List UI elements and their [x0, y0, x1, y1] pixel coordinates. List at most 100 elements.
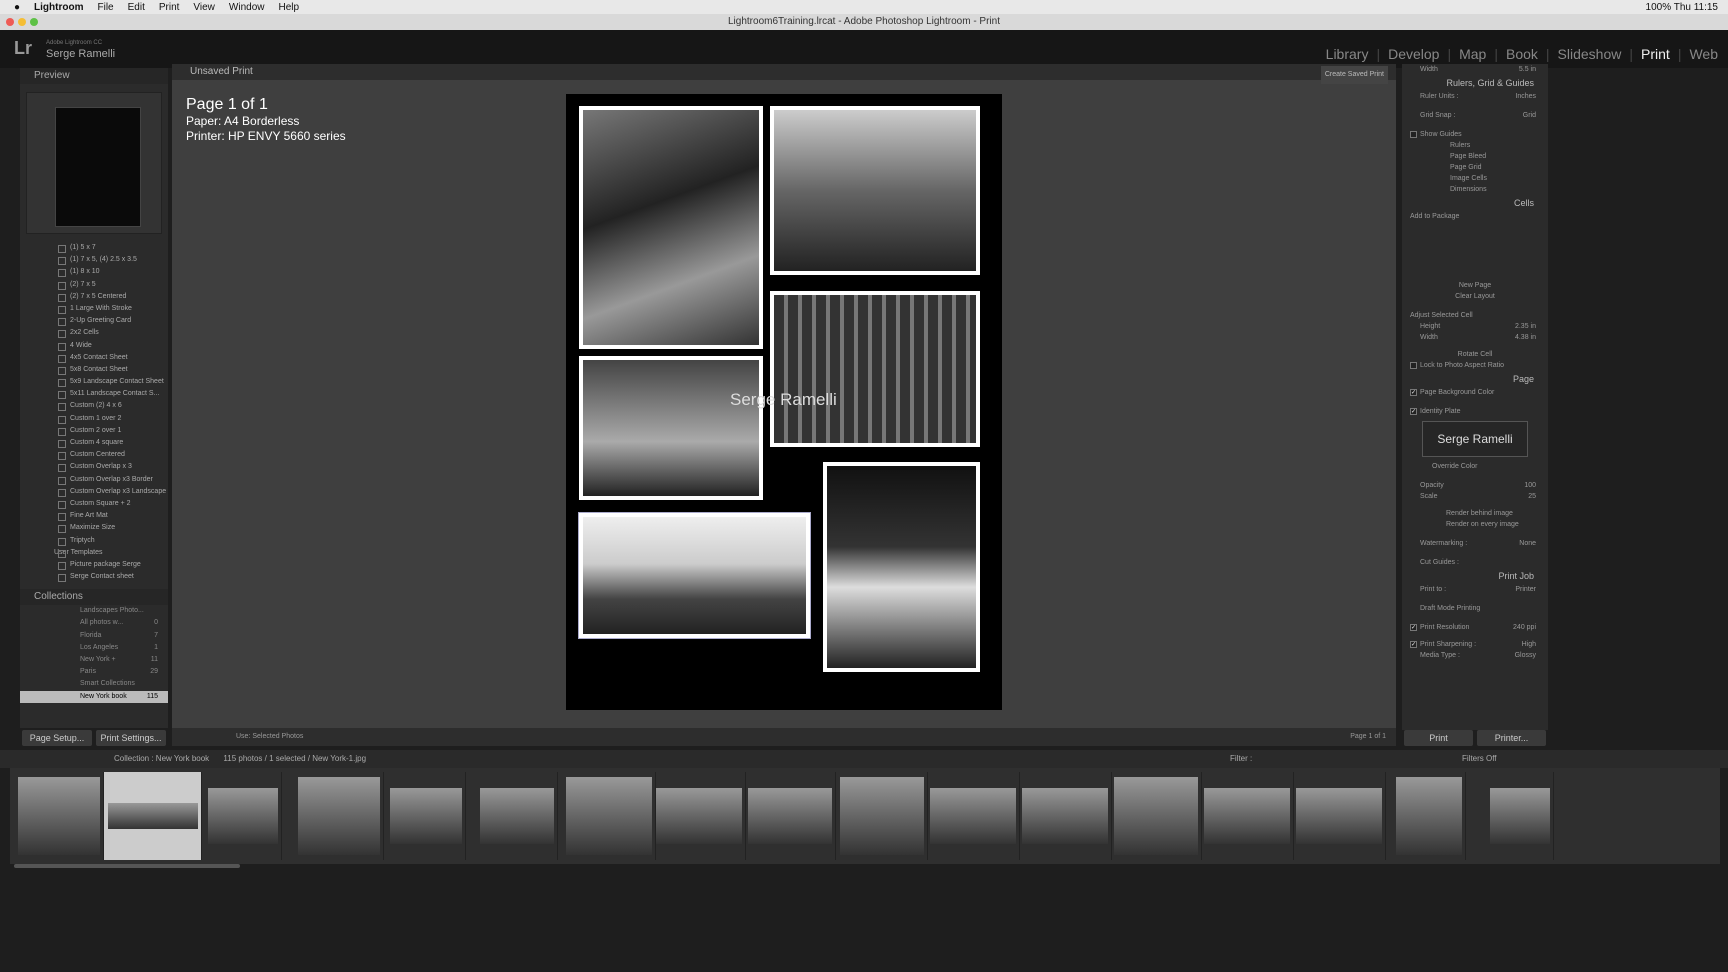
printer-button[interactable]: Printer...: [1477, 730, 1546, 746]
menu-help[interactable]: Help: [278, 2, 299, 13]
preview-header[interactable]: Preview: [20, 68, 168, 84]
module-book[interactable]: Book: [1506, 46, 1538, 62]
filmstrip-thumbnail[interactable]: [1486, 772, 1554, 860]
cell-size-buttons[interactable]: [1402, 222, 1548, 280]
scale-slider[interactable]: Scale 25: [1402, 491, 1548, 502]
filmstrip-thumbnail[interactable]: [1018, 772, 1112, 860]
render-every-row[interactable]: Render on every image: [1402, 519, 1548, 530]
photo-cell-selected[interactable]: [578, 512, 811, 639]
filmstrip-thumbnail[interactable]: [1392, 772, 1466, 860]
width-slider[interactable]: Width 4.38 in: [1402, 332, 1548, 343]
user-template-item[interactable]: Serge Contact sheet: [20, 571, 168, 583]
print-button[interactable]: Print: [1404, 730, 1473, 746]
template-item[interactable]: 4x5 Contact Sheet: [20, 352, 168, 364]
page-bg-row[interactable]: ✓ Page Background Color: [1402, 387, 1548, 398]
print-settings-button[interactable]: Print Settings...: [96, 730, 166, 746]
apple-icon[interactable]: ●: [14, 2, 20, 13]
template-item[interactable]: Custom 4 square: [20, 437, 168, 449]
identity-plate-preview[interactable]: Serge Ramelli: [1422, 421, 1528, 457]
filmstrip-thumbnail[interactable]: [104, 772, 202, 860]
create-saved-print-button[interactable]: Create Saved Print: [1320, 66, 1388, 84]
photo-cell[interactable]: [579, 106, 763, 349]
collection-item[interactable]: Los Angeles 1: [20, 642, 168, 654]
module-library[interactable]: Library: [1326, 46, 1369, 62]
new-page-button[interactable]: New Page: [1402, 280, 1548, 291]
show-guides-row[interactable]: Show Guides: [1402, 129, 1548, 140]
template-item[interactable]: 5x9 Landscape Contact Sheet: [20, 376, 168, 388]
menu-app[interactable]: Lightroom: [34, 2, 83, 13]
template-item[interactable]: Triptych: [20, 535, 168, 547]
section-print-job[interactable]: Print Job: [1402, 568, 1548, 584]
template-item[interactable]: 2-Up Greeting Card: [20, 315, 168, 327]
guide-option[interactable]: Page Bleed: [1402, 151, 1548, 162]
lock-aspect-row[interactable]: Lock to Photo Aspect Ratio: [1402, 360, 1548, 371]
template-item[interactable]: (2) 7 x 5: [20, 279, 168, 291]
photo-cell[interactable]: [579, 356, 763, 500]
template-item[interactable]: 1 Large With Stroke: [20, 303, 168, 315]
watermarking-row[interactable]: Watermarking : None: [1402, 538, 1548, 549]
template-item[interactable]: Custom Overlap x 3: [20, 461, 168, 473]
draft-row[interactable]: Draft Mode Printing: [1402, 603, 1548, 614]
filmstrip-thumbnail[interactable]: [1200, 772, 1294, 860]
template-item[interactable]: Custom Centered: [20, 449, 168, 461]
photo-cell[interactable]: [823, 462, 980, 672]
menu-file[interactable]: File: [97, 2, 113, 13]
collection-item[interactable]: Paris 29: [20, 666, 168, 678]
module-develop[interactable]: Develop: [1388, 46, 1439, 62]
template-item[interactable]: 5x8 Contact Sheet: [20, 364, 168, 376]
filmstrip-thumbnail[interactable]: [386, 772, 466, 860]
filmstrip-scrollbar[interactable]: [14, 864, 240, 868]
filters-off-select[interactable]: Filters Off: [1462, 750, 1497, 768]
width-row[interactable]: Width 5.5 in: [1402, 64, 1548, 75]
guide-option[interactable]: Rulers: [1402, 140, 1548, 151]
section-rulers[interactable]: Rulers, Grid & Guides: [1402, 75, 1548, 91]
guide-option[interactable]: Page Grid: [1402, 162, 1548, 173]
module-web[interactable]: Web: [1689, 46, 1718, 62]
identity-plate-row[interactable]: ✓ Identity Plate: [1402, 406, 1548, 417]
collection-item[interactable]: New York + 11: [20, 654, 168, 666]
filmstrip-thumbnail[interactable]: [1110, 772, 1202, 860]
template-item[interactable]: Custom Overlap x3 Border: [20, 474, 168, 486]
collection-item[interactable]: Florida 7: [20, 630, 168, 642]
filmstrip-thumbnail[interactable]: [926, 772, 1020, 860]
grid-snap-row[interactable]: Grid Snap : Grid: [1402, 110, 1548, 121]
user-templates-folder[interactable]: User Templates: [20, 547, 168, 559]
template-item[interactable]: (2) 7 x 5 Centered: [20, 291, 168, 303]
template-item[interactable]: Custom 2 over 1: [20, 425, 168, 437]
filmstrip-thumbnail[interactable]: [14, 772, 104, 860]
menu-edit[interactable]: Edit: [128, 2, 145, 13]
filmstrip-thumbnail[interactable]: [294, 772, 384, 860]
guide-option[interactable]: Image Cells: [1402, 173, 1548, 184]
template-item[interactable]: Maximize Size: [20, 522, 168, 534]
cut-guides-row[interactable]: Cut Guides :: [1402, 557, 1548, 568]
user-template-item[interactable]: Picture package Serge: [20, 559, 168, 571]
guide-option[interactable]: Dimensions: [1402, 184, 1548, 195]
minimize-icon[interactable]: [18, 18, 26, 26]
photo-count[interactable]: 115 photos / 1 selected / New York-1.jpg: [223, 754, 366, 763]
filmstrip-thumbnail[interactable]: [744, 772, 836, 860]
use-select[interactable]: Selected Photos: [252, 733, 303, 740]
template-item[interactable]: Custom (2) 4 x 6: [20, 400, 168, 412]
menu-view[interactable]: View: [193, 2, 215, 13]
template-item[interactable]: Custom Overlap x3 Landscape: [20, 486, 168, 498]
close-icon[interactable]: [6, 18, 14, 26]
menu-print[interactable]: Print: [159, 2, 180, 13]
template-item[interactable]: 2x2 Cells: [20, 327, 168, 339]
menu-window[interactable]: Window: [229, 2, 265, 13]
section-page[interactable]: Page: [1402, 371, 1548, 387]
filmstrip-thumbnail[interactable]: [836, 772, 928, 860]
print-to-row[interactable]: Print to : Printer: [1402, 584, 1548, 595]
filmstrip-thumbnail[interactable]: [1292, 772, 1386, 860]
template-item[interactable]: (1) 5 x 7: [20, 242, 168, 254]
module-map[interactable]: Map: [1459, 46, 1486, 62]
collection-source[interactable]: Collection : New York book: [114, 754, 209, 763]
clear-layout-button[interactable]: Clear Layout: [1402, 291, 1548, 302]
filmstrip-thumbnail[interactable]: [204, 772, 282, 860]
rotate-cell-button[interactable]: Rotate Cell: [1402, 349, 1548, 360]
opacity-slider[interactable]: Opacity 100: [1402, 480, 1548, 491]
height-slider[interactable]: Height 2.35 in: [1402, 321, 1548, 332]
collection-item[interactable]: Smart Collections: [20, 678, 168, 690]
template-item[interactable]: Custom Square + 2: [20, 498, 168, 510]
template-item[interactable]: Fine Art Mat: [20, 510, 168, 522]
module-slideshow[interactable]: Slideshow: [1558, 46, 1622, 62]
